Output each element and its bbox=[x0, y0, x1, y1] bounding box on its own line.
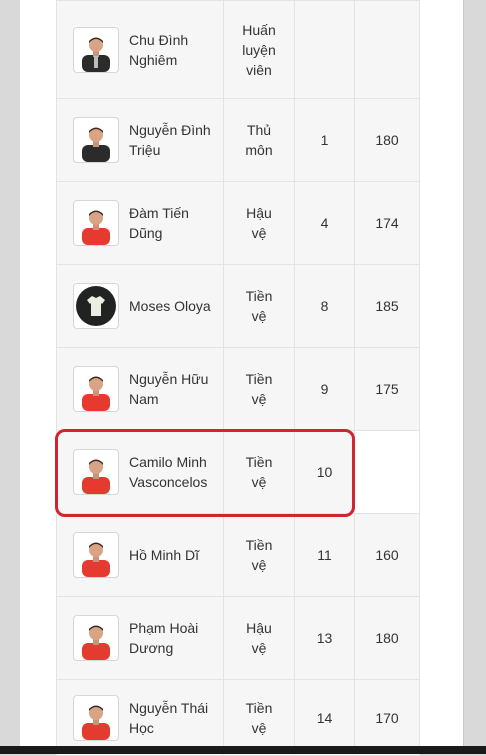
table-row: Phạm Hoài Dương Hậu vệ 13 180 bbox=[56, 596, 420, 680]
player-height: 185 bbox=[354, 264, 420, 348]
table-row: Nguyễn Hữu Nam Tiền vệ 9 175 bbox=[56, 347, 420, 431]
player-position: Thủ môn bbox=[223, 98, 295, 182]
player-avatar[interactable] bbox=[73, 449, 119, 495]
player-avatar[interactable] bbox=[73, 366, 119, 412]
player-cell[interactable]: Phạm Hoài Dương bbox=[56, 596, 224, 680]
player-height: 180 bbox=[354, 596, 420, 680]
player-name[interactable]: Hồ Minh Dĩ bbox=[129, 545, 223, 565]
table-row: Hồ Minh Dĩ Tiền vệ 11 160 bbox=[56, 513, 420, 597]
player-info[interactable]: Đàm Tiến Dũng bbox=[57, 200, 223, 246]
player-position: Huấn luyện viên bbox=[223, 0, 295, 99]
player-info[interactable]: Chu Đình Nghiêm bbox=[57, 26, 223, 73]
player-name[interactable]: Nguyễn Hữu Nam bbox=[129, 369, 223, 409]
player-number: 9 bbox=[294, 347, 355, 431]
player-name[interactable]: Moses Oloya bbox=[129, 296, 223, 316]
player-name[interactable]: Nguyễn Thái Học bbox=[129, 698, 223, 738]
player-name[interactable]: Nguyễn Đình Triệu bbox=[129, 120, 223, 160]
roster-panel: Chu Đình Nghiêm Huấn luyện viên Nguyễn Đìn… bbox=[20, 0, 464, 756]
player-height: 160 bbox=[354, 513, 420, 597]
player-height: 174 bbox=[354, 181, 420, 265]
player-number: 14 bbox=[294, 679, 355, 756]
player-height bbox=[354, 0, 420, 99]
player-cell[interactable]: Camilo Minh Vasconcelos bbox=[56, 430, 224, 514]
player-cell[interactable]: Chu Đình Nghiêm bbox=[56, 0, 224, 99]
player-height: 170 bbox=[354, 679, 420, 756]
player-info[interactable]: Moses Oloya bbox=[57, 283, 223, 329]
player-avatar[interactable] bbox=[73, 615, 119, 661]
player-position: Tiền vệ bbox=[223, 513, 295, 597]
player-cell[interactable]: Đàm Tiến Dũng bbox=[56, 181, 224, 265]
roster-table: Chu Đình Nghiêm Huấn luyện viên Nguyễn Đìn… bbox=[56, 0, 420, 756]
player-name[interactable]: Phạm Hoài Dương bbox=[129, 618, 223, 658]
player-info[interactable]: Hồ Minh Dĩ bbox=[57, 532, 223, 578]
player-info[interactable]: Nguyễn Thái Học bbox=[57, 694, 223, 741]
table-row: Đàm Tiến Dũng Hậu vệ 4 174 bbox=[56, 181, 420, 265]
player-height: 175 bbox=[354, 347, 420, 431]
player-cell[interactable]: Hồ Minh Dĩ bbox=[56, 513, 224, 597]
player-position: Hậu vệ bbox=[223, 596, 295, 680]
player-position: Tiền vệ bbox=[223, 264, 295, 348]
table-row: Camilo Minh Vasconcelos Tiền vệ 10 bbox=[56, 430, 420, 514]
player-position: Hậu vệ bbox=[223, 181, 295, 265]
player-info[interactable]: Camilo Minh Vasconcelos bbox=[57, 449, 223, 495]
player-info[interactable]: Nguyễn Đình Triệu bbox=[57, 117, 223, 163]
player-avatar[interactable] bbox=[73, 694, 119, 741]
player-cell[interactable]: Nguyễn Hữu Nam bbox=[56, 347, 224, 431]
player-name[interactable]: Chu Đình Nghiêm bbox=[129, 30, 223, 70]
scrollbar-track[interactable] bbox=[463, 0, 486, 754]
player-cell[interactable]: Nguyễn Đình Triệu bbox=[56, 98, 224, 182]
player-height: 180 bbox=[354, 98, 420, 182]
player-info[interactable]: Nguyễn Hữu Nam bbox=[57, 366, 223, 412]
player-avatar[interactable] bbox=[73, 117, 119, 163]
player-number: 1 bbox=[294, 98, 355, 182]
table-row: Nguyễn Đình Triệu Thủ môn 1 180 bbox=[56, 98, 420, 182]
player-number: 11 bbox=[294, 513, 355, 597]
table-row: Moses Oloya Tiền vệ 8 185 bbox=[56, 264, 420, 348]
player-cell[interactable]: Nguyễn Thái Học bbox=[56, 679, 224, 756]
table-row: Chu Đình Nghiêm Huấn luyện viên bbox=[56, 0, 420, 99]
player-info[interactable]: Phạm Hoài Dương bbox=[57, 615, 223, 661]
player-number: 13 bbox=[294, 596, 355, 680]
player-position: Tiền vệ bbox=[223, 430, 295, 514]
player-position: Tiền vệ bbox=[223, 679, 295, 756]
player-name[interactable]: Camilo Minh Vasconcelos bbox=[129, 452, 223, 492]
player-name[interactable]: Đàm Tiến Dũng bbox=[129, 203, 223, 243]
player-number bbox=[294, 0, 355, 99]
player-cell[interactable]: Moses Oloya bbox=[56, 264, 224, 348]
player-avatar[interactable] bbox=[73, 26, 119, 73]
table-row: Nguyễn Thái Học Tiền vệ 14 170 bbox=[56, 679, 420, 756]
player-number: 10 bbox=[294, 430, 355, 514]
player-position: Tiền vệ bbox=[223, 347, 295, 431]
player-number: 8 bbox=[294, 264, 355, 348]
player-avatar[interactable] bbox=[73, 200, 119, 246]
player-number: 4 bbox=[294, 181, 355, 265]
player-avatar[interactable] bbox=[73, 532, 119, 578]
bottom-bar bbox=[0, 746, 486, 754]
player-height bbox=[354, 430, 420, 514]
player-avatar[interactable] bbox=[73, 283, 119, 329]
